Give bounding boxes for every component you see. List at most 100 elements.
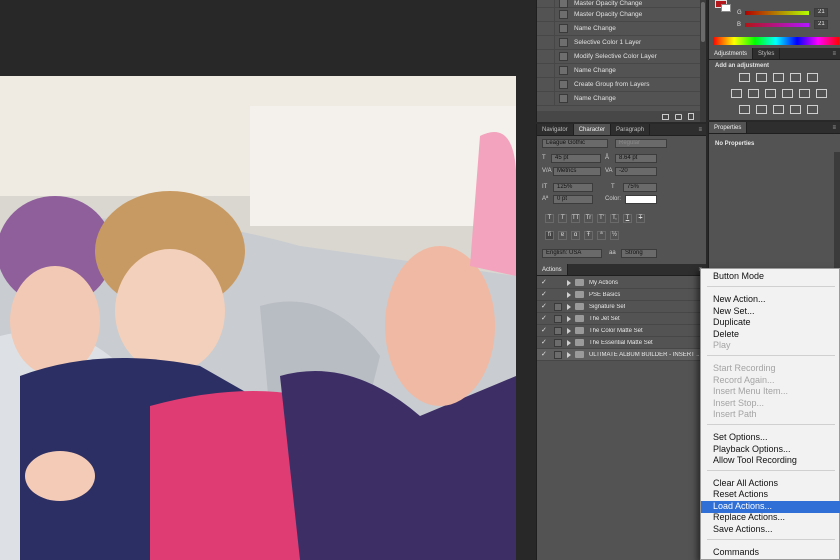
camera-icon[interactable]	[675, 113, 682, 120]
menu-item-commands[interactable]: Commands	[701, 547, 840, 559]
menu-item-save-actions[interactable]: Save Actions...	[701, 524, 840, 536]
channel-mixer-icon[interactable]	[799, 89, 810, 98]
curves-icon[interactable]	[773, 73, 784, 82]
action-set-row[interactable]: ✓ My Actions	[537, 277, 701, 289]
menu-item-allow-tool-recording[interactable]: Allow Tool Recording	[701, 455, 840, 467]
trash-icon[interactable]	[688, 113, 694, 120]
history-row[interactable]: Name Change	[537, 91, 706, 106]
posterize-icon[interactable]	[756, 105, 767, 114]
tab-actions[interactable]: Actions	[537, 264, 568, 275]
menu-item-duplicate[interactable]: Duplicate	[701, 317, 840, 329]
tab-properties[interactable]: Properties	[709, 122, 748, 133]
menu-item-play[interactable]: Play	[701, 340, 840, 352]
selective-color-icon[interactable]	[807, 105, 818, 114]
font-size-field[interactable]: 45 pt	[551, 154, 601, 163]
vibrance-icon[interactable]	[807, 73, 818, 82]
dialog-toggle[interactable]	[554, 326, 562, 335]
kerning-select[interactable]: Metrics	[553, 167, 601, 176]
blue-slider[interactable]	[745, 23, 809, 27]
tab-navigator[interactable]: Navigator	[537, 124, 574, 135]
menu-item-start-recording[interactable]: Start Recording	[701, 363, 840, 375]
baseline-shift-field[interactable]: 0 pt	[553, 195, 593, 204]
text-color-swatch[interactable]	[625, 195, 657, 204]
panel-menu-icon[interactable]: ≡	[828, 122, 840, 133]
document-photo[interactable]	[0, 76, 516, 560]
gradient-map-icon[interactable]	[790, 105, 801, 114]
leading-field[interactable]: 8.64 pt	[615, 154, 657, 163]
menu-item-insert-path[interactable]: Insert Path	[701, 409, 840, 421]
faux-bold-icon[interactable]: T	[545, 214, 554, 223]
tab-styles[interactable]: Styles	[753, 48, 781, 59]
action-set-row[interactable]: ✓ Signature Set	[537, 301, 701, 313]
language-select[interactable]: English: USA	[542, 249, 602, 258]
color-balance-icon[interactable]	[748, 89, 759, 98]
action-set-row[interactable]: ✓ The Jet Set	[537, 313, 701, 325]
check-icon[interactable]: ✓	[541, 279, 549, 287]
exposure-icon[interactable]	[790, 73, 801, 82]
brightness-contrast-icon[interactable]	[739, 73, 750, 82]
expand-arrow-icon[interactable]	[567, 327, 571, 334]
menu-item-new-set[interactable]: New Set...	[701, 306, 840, 318]
menu-item-insert-menu-item[interactable]: Insert Menu Item...	[701, 386, 840, 398]
color-ramp[interactable]	[713, 37, 839, 45]
menu-item-load-actions[interactable]: Load Actions...	[701, 501, 840, 513]
small-caps-icon[interactable]: Tr	[584, 214, 593, 223]
check-icon[interactable]: ✓	[541, 327, 549, 335]
tab-adjustments[interactable]: Adjustments	[709, 48, 754, 59]
action-set-row[interactable]: ✓ ULTIMATE ALBUM BUILDER - INSERT ...	[537, 349, 701, 361]
opentype-ligature-icon[interactable]: ﬁ	[545, 231, 554, 240]
vertical-scale-field[interactable]: 125%	[553, 183, 593, 192]
new-document-icon[interactable]	[662, 113, 669, 120]
all-caps-icon[interactable]: TT	[571, 214, 580, 223]
opentype-ordinal-icon[interactable]: ª	[597, 231, 606, 240]
dialog-toggle[interactable]	[553, 350, 562, 359]
check-icon[interactable]: ✓	[541, 291, 549, 299]
history-scrollbar[interactable]	[700, 0, 706, 122]
check-icon[interactable]: ✓	[541, 339, 549, 347]
opentype-titling-icon[interactable]: Ŧ	[584, 231, 593, 240]
history-row[interactable]: Create Group from Layers	[537, 77, 706, 92]
history-row[interactable]: Master Opacity Change	[537, 7, 706, 22]
tab-character[interactable]: Character	[573, 124, 612, 135]
color-lookup-icon[interactable]	[816, 89, 827, 98]
dialog-toggle[interactable]	[554, 302, 562, 311]
menu-item-clear-all-actions[interactable]: Clear All Actions	[701, 478, 840, 490]
check-icon[interactable]: ✓	[541, 351, 549, 359]
menu-item-delete[interactable]: Delete	[701, 329, 840, 341]
horizontal-scale-field[interactable]: 75%	[623, 183, 657, 192]
scroll-thumb[interactable]	[701, 2, 705, 42]
action-set-row[interactable]: ✓ PSE Basics	[537, 289, 701, 301]
history-row[interactable]: Name Change	[537, 63, 706, 78]
expand-arrow-icon[interactable]	[567, 279, 571, 286]
faux-italic-icon[interactable]: T	[558, 214, 567, 223]
superscript-icon[interactable]: T'	[597, 214, 606, 223]
expand-arrow-icon[interactable]	[567, 303, 571, 310]
green-value-field[interactable]: 21	[814, 8, 828, 17]
black-white-icon[interactable]	[765, 89, 776, 98]
font-family-select[interactable]: League Gothic	[542, 139, 608, 148]
dialog-toggle[interactable]	[554, 291, 562, 299]
check-icon[interactable]: ✓	[541, 315, 549, 323]
dialog-toggle[interactable]	[554, 279, 562, 287]
hue-saturation-icon[interactable]	[731, 89, 742, 98]
panel-menu-icon[interactable]: ≡	[828, 48, 840, 59]
levels-icon[interactable]	[756, 73, 767, 82]
threshold-icon[interactable]	[773, 105, 784, 114]
expand-arrow-icon[interactable]	[566, 351, 571, 358]
blue-value-field[interactable]: 21	[814, 20, 828, 29]
subscript-icon[interactable]: T,	[610, 214, 619, 223]
tab-paragraph[interactable]: Paragraph	[611, 124, 651, 135]
font-style-select[interactable]: Regular	[615, 139, 667, 148]
history-row[interactable]: Modify Selective Color Layer	[537, 49, 706, 64]
history-row[interactable]: Master Opacity Change	[537, 0, 706, 8]
menu-item-playback-options[interactable]: Playback Options...	[701, 444, 840, 456]
green-slider[interactable]	[745, 11, 809, 15]
menu-item-insert-stop[interactable]: Insert Stop...	[701, 398, 840, 410]
opentype-fraction-icon[interactable]: ½	[610, 231, 619, 240]
opentype-swash-icon[interactable]: ɐ	[558, 231, 567, 240]
properties-scrollbar[interactable]	[834, 152, 840, 270]
underline-icon[interactable]: T	[623, 214, 632, 223]
menu-item-new-action[interactable]: New Action...	[701, 294, 840, 306]
menu-item-replace-actions[interactable]: Replace Actions...	[701, 512, 840, 524]
invert-icon[interactable]	[739, 105, 750, 114]
